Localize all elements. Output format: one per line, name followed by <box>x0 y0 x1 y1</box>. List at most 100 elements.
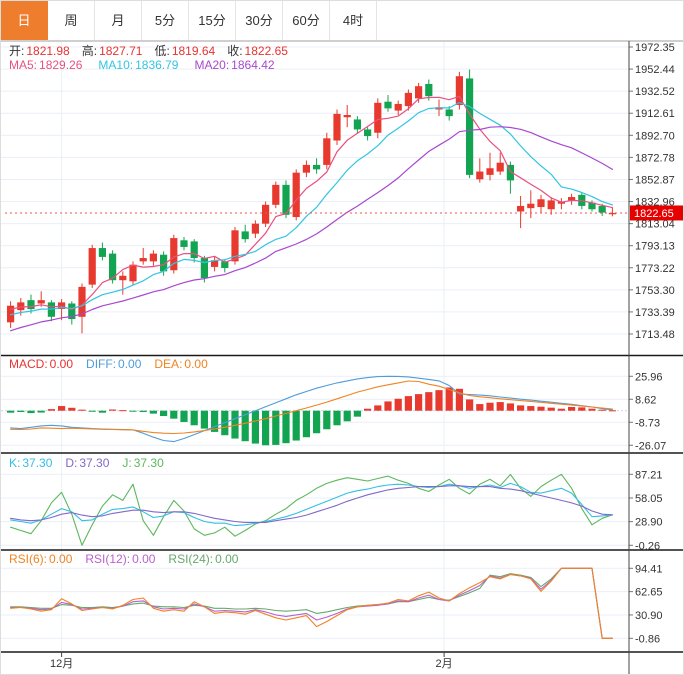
macd-hist-bar <box>374 405 381 410</box>
month-label: 12月 <box>50 658 73 670</box>
macd-axis-label: 25.96 <box>635 371 663 383</box>
macd-hist-bar <box>140 411 147 412</box>
candle-body <box>89 248 96 285</box>
rsi12-line <box>11 568 613 638</box>
tab-5min[interactable]: 5分 <box>142 1 189 40</box>
candle-body <box>466 78 473 174</box>
macd-hist-bar <box>527 406 534 411</box>
macd-hist-bar <box>507 403 514 410</box>
macd-hist-bar <box>78 410 85 411</box>
candle-body <box>486 168 493 175</box>
rsi6-line <box>11 568 613 638</box>
rsi-axis-label: -0.86 <box>635 633 660 645</box>
tab-day[interactable]: 日 <box>1 1 48 40</box>
candle-body <box>242 231 249 239</box>
candle-body <box>476 172 483 180</box>
macd-hist-bar <box>476 404 483 411</box>
candle-body <box>191 241 198 258</box>
price-axis-label: 1852.87 <box>635 174 675 186</box>
candle-body <box>415 86 422 98</box>
macd-hist-bar <box>58 406 65 411</box>
tab-month[interactable]: 月 <box>95 1 142 40</box>
macd-axis-label: -26.07 <box>635 440 666 452</box>
price-axis-label: 1912.61 <box>635 108 675 120</box>
candle-body <box>374 103 381 133</box>
macd-hist-bar <box>170 411 177 419</box>
macd-hist-bar <box>517 405 524 410</box>
macd-hist-bar <box>17 411 24 412</box>
macd-hist-bar <box>109 410 116 411</box>
candle-body <box>354 119 361 129</box>
trading-chart-app: 日周月5分15分30分60分4时 1972.35 1952.44 1932.52 19… <box>0 0 684 675</box>
price-axis-label: 1753.30 <box>635 285 675 297</box>
macd-hist-bar <box>415 394 422 411</box>
candle-body <box>446 109 453 116</box>
candle-body <box>313 165 320 169</box>
macd-hist-bar <box>68 408 75 411</box>
macd-axis-label: -8.73 <box>635 417 660 429</box>
price-axis-label: 1892.70 <box>635 130 675 142</box>
price-axis-label: 1713.48 <box>635 329 675 341</box>
macd-hist-bar <box>405 396 412 411</box>
candle-body <box>384 102 391 109</box>
candle-body <box>262 205 269 224</box>
kdj-j-line <box>11 474 613 545</box>
candle-body <box>293 173 300 217</box>
chart-canvas[interactable]: 1972.351952.441932.521912.611892.701872.… <box>1 41 684 675</box>
rsi-axis-label: 94.41 <box>635 563 663 575</box>
rsi-axis-label: 30.90 <box>635 610 663 622</box>
price-axis-label: 1733.39 <box>635 307 675 319</box>
macd-hist-bar <box>252 411 259 444</box>
candle-body <box>548 200 555 209</box>
macd-axis-label: 8.62 <box>635 394 656 406</box>
price-axis-label: 1793.13 <box>635 241 675 253</box>
timeframe-tabs: 日周月5分15分30分60分4时 <box>1 1 683 41</box>
candle-body <box>252 224 259 234</box>
macd-hist-bar <box>48 409 55 411</box>
macd-hist-bar <box>119 410 126 411</box>
candle-body <box>17 302 24 310</box>
candle-body <box>180 240 187 247</box>
macd-hist-bar <box>466 399 473 410</box>
tab-15min[interactable]: 15分 <box>189 1 236 40</box>
macd-hist-bar <box>7 411 14 413</box>
candle-body <box>129 265 136 282</box>
candle-body <box>272 185 279 205</box>
candle-body <box>38 300 45 303</box>
macd-hist-bar <box>293 411 300 441</box>
candle-body <box>323 138 330 165</box>
tab-week[interactable]: 周 <box>48 1 95 40</box>
candle-body <box>527 204 534 208</box>
macd-hist-bar <box>150 411 157 414</box>
price-axis-label: 1932.52 <box>635 86 675 98</box>
kdj-axis-label: 87.21 <box>635 469 663 481</box>
macd-hist-bar <box>364 409 371 411</box>
macd-hist-bar <box>201 411 208 429</box>
tab-60min[interactable]: 60分 <box>283 1 330 40</box>
candle-body <box>517 206 524 212</box>
macd-hist-bar <box>588 409 595 411</box>
candle-body <box>303 165 310 173</box>
macd-hist-bar <box>425 392 432 411</box>
price-axis-label: 1952.44 <box>635 64 675 76</box>
chart-area: 1972.351952.441932.521912.611892.701872.… <box>1 41 684 675</box>
macd-hist-bar <box>497 402 504 411</box>
macd-hist-bar <box>395 399 402 411</box>
tab-30min[interactable]: 30分 <box>236 1 283 40</box>
tab-4hour[interactable]: 4时 <box>330 1 377 40</box>
current-price-badge-text: 1822.65 <box>634 208 674 220</box>
macd-hist-bar <box>354 411 361 417</box>
macd-hist-bar <box>435 390 442 411</box>
candle-body <box>395 104 402 111</box>
price-axis-label: 1972.35 <box>635 42 675 54</box>
price-axis-label: 1773.22 <box>635 263 675 275</box>
candle-body <box>537 199 544 207</box>
month-label: 2月 <box>436 658 453 670</box>
ma5-line <box>11 96 613 309</box>
candle-body <box>333 114 340 141</box>
candle-body <box>344 115 351 117</box>
macd-hist-bar <box>599 410 606 411</box>
candle-body <box>364 129 371 136</box>
macd-hist-bar <box>313 411 320 434</box>
macd-hist-bar <box>333 411 340 426</box>
